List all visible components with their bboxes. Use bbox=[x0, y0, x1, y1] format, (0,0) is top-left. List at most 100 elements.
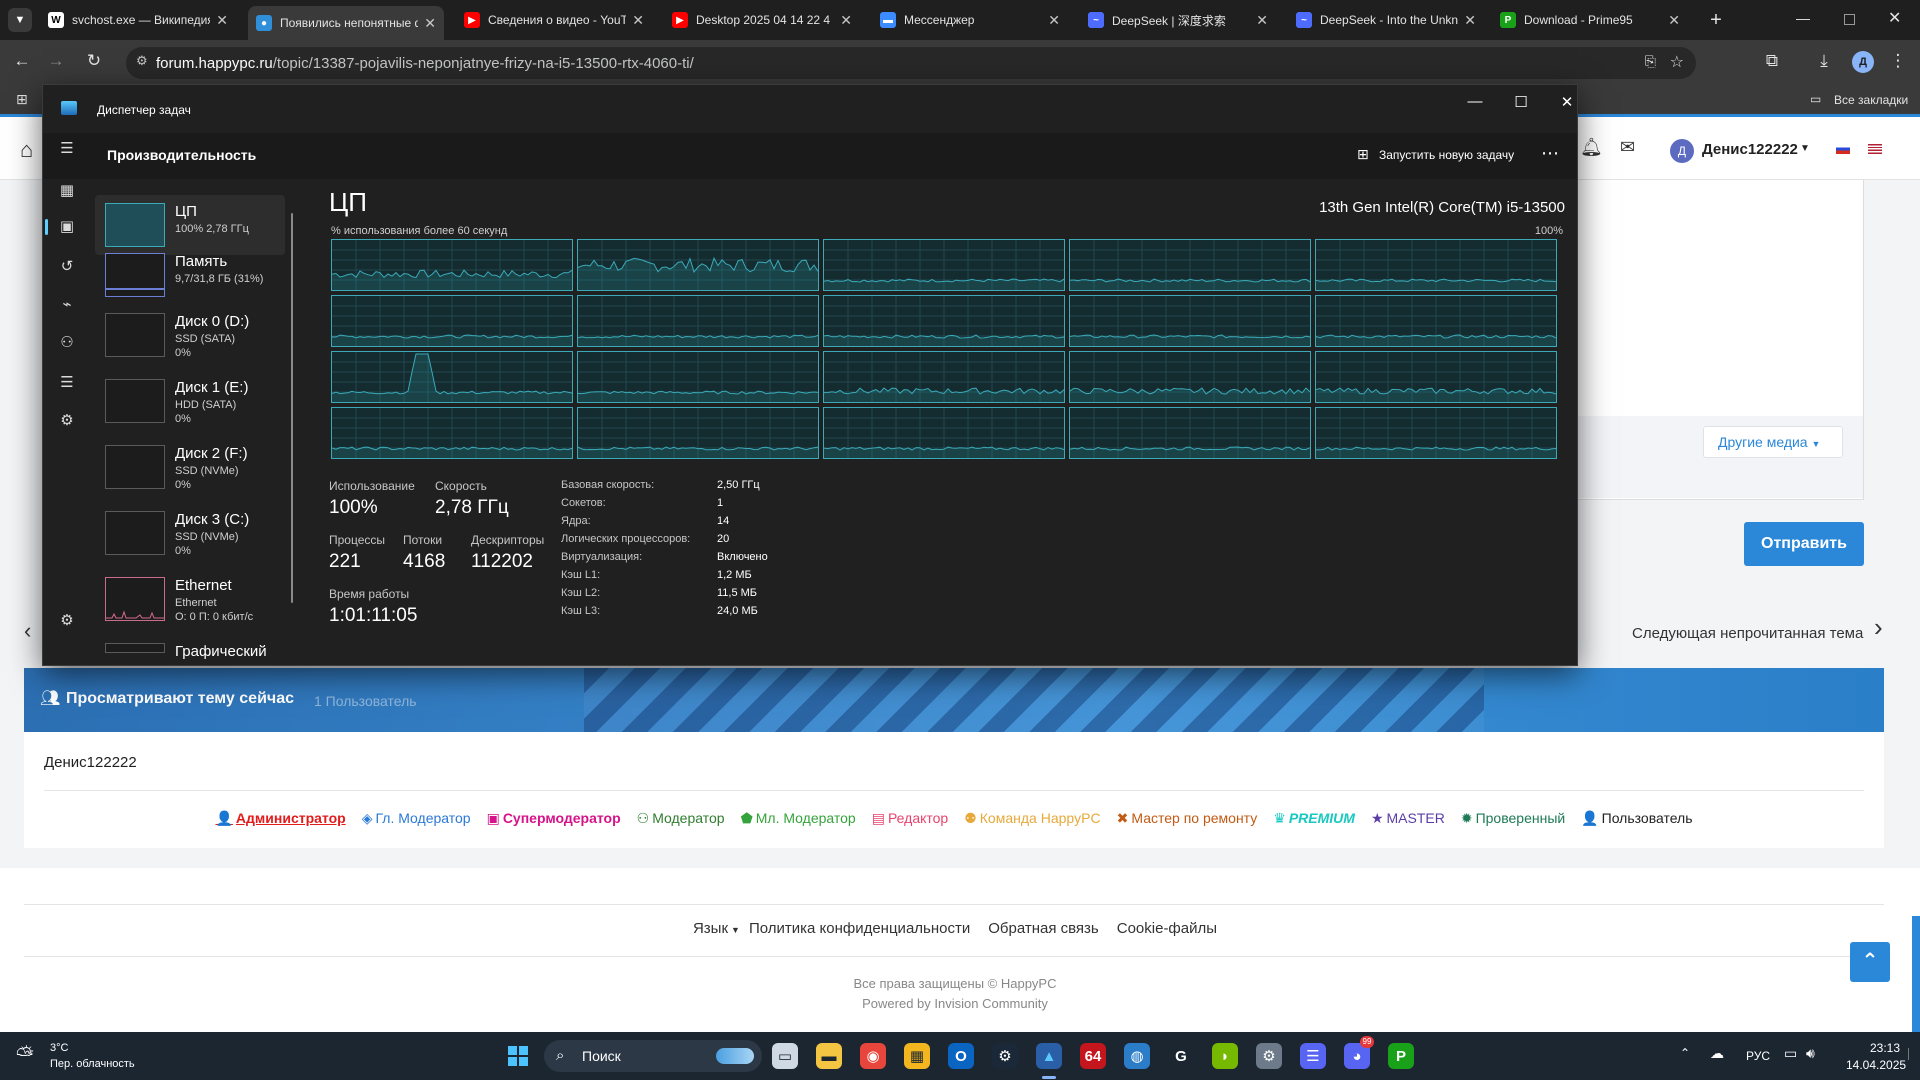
steam-icon[interactable]: ⚙ bbox=[992, 1043, 1018, 1069]
more-options-icon[interactable]: ⋯ bbox=[1541, 143, 1559, 164]
menu-icon[interactable]: ⋮ bbox=[1886, 51, 1910, 71]
address-bar[interactable]: ⚙ forum.happypc.ru/topic/13387-pojavilis… bbox=[126, 47, 1696, 79]
close-tab-icon[interactable]: ✕ bbox=[1464, 12, 1476, 29]
microsoft-store-icon[interactable]: ▦ bbox=[904, 1043, 930, 1069]
notifications-icon[interactable] bbox=[1908, 1048, 1916, 1060]
browser-tab[interactable]: ▶ Desktop 2025 04 14 22 4 ✕ bbox=[664, 6, 860, 34]
flag-us-icon[interactable] bbox=[1868, 144, 1882, 154]
app-icon[interactable]: ☰ bbox=[1300, 1043, 1326, 1069]
weather-desc[interactable]: Пер. облачность bbox=[50, 1058, 135, 1070]
send-button[interactable]: Отправить bbox=[1744, 522, 1864, 566]
user-menu[interactable]: Денис122222 bbox=[1702, 141, 1798, 158]
powered-by[interactable]: Powered by Invision Community bbox=[0, 996, 1910, 1011]
browser-tab[interactable]: ● Появились непонятные ф ✕ bbox=[248, 6, 444, 40]
download-icon[interactable]: ⤓ bbox=[1812, 51, 1836, 71]
weather-temp[interactable]: 3°C bbox=[50, 1042, 68, 1054]
resource-item[interactable]: Ethernet Ethernet О: 0 П: 0 кбит/с bbox=[95, 569, 285, 629]
resource-item[interactable]: Диск 0 (D:) SSD (SATA) 0% bbox=[95, 305, 285, 365]
logitech-icon[interactable]: G bbox=[1168, 1043, 1194, 1069]
services-icon[interactable]: ⚙ bbox=[55, 411, 79, 435]
new-tab-button[interactable]: + bbox=[1704, 9, 1728, 33]
startup-icon[interactable]: ⌁ bbox=[55, 295, 79, 319]
role-item[interactable]: ★ MASTER bbox=[1371, 810, 1445, 826]
onedrive-icon[interactable]: ☁ bbox=[1710, 1045, 1724, 1062]
clock-time[interactable]: 23:13 bbox=[1870, 1041, 1900, 1055]
resource-item[interactable]: Диск 2 (F:) SSD (NVMe) 0% bbox=[95, 437, 285, 497]
processes-icon[interactable]: ▦ bbox=[55, 181, 79, 205]
settings-icon[interactable]: ⚙ bbox=[55, 611, 79, 635]
details-icon[interactable]: ☰ bbox=[55, 373, 79, 397]
close-tab-icon[interactable]: ✕ bbox=[424, 15, 436, 32]
browser-tab[interactable]: ▶ Сведения о видео - YouT ✕ bbox=[456, 6, 652, 34]
taskbar-search[interactable]: ⌕ Поиск bbox=[544, 1040, 762, 1072]
close-tab-icon[interactable]: ✕ bbox=[1256, 12, 1268, 29]
side-scrollbar[interactable] bbox=[291, 213, 293, 603]
maximize-icon[interactable]: ☐ bbox=[1501, 93, 1541, 117]
footer-link[interactable]: Обратная связь bbox=[988, 920, 1099, 937]
hamburger-icon[interactable]: ☰ bbox=[55, 139, 79, 163]
task-view-icon[interactable]: ▭ bbox=[772, 1043, 798, 1069]
tab-search-button[interactable]: ▼ bbox=[8, 8, 32, 32]
close-tab-icon[interactable]: ✕ bbox=[1668, 12, 1680, 29]
role-item[interactable]: ✹ Проверенный bbox=[1461, 810, 1565, 826]
close-window-icon[interactable]: ✕ bbox=[1888, 8, 1901, 28]
resource-item[interactable]: Память 9,7/31,8 ГБ (31%) bbox=[95, 245, 285, 305]
minimize-icon[interactable]: — bbox=[1796, 10, 1810, 26]
all-bookmarks-link[interactable]: Все закладки bbox=[1834, 93, 1908, 107]
install-app-icon[interactable]: ⎘ bbox=[1645, 53, 1656, 70]
reload-icon[interactable]: ↻ bbox=[82, 51, 106, 71]
messages-icon[interactable]: ✉ bbox=[1620, 137, 1635, 158]
weather-icon[interactable]: ⛅︎ bbox=[16, 1042, 34, 1068]
browser-tab[interactable]: P Download - Prime95 ✕ bbox=[1492, 6, 1688, 34]
close-tab-icon[interactable]: ✕ bbox=[840, 12, 852, 29]
apps-grid-icon[interactable]: ⊞ bbox=[16, 91, 28, 108]
extensions-icon[interactable]: ⧉ bbox=[1760, 51, 1784, 71]
viewer-name[interactable]: Денис122222 bbox=[44, 754, 137, 771]
chrome-icon[interactable]: ◉ bbox=[860, 1043, 886, 1069]
next-topic-link[interactable]: Следующая непрочитанная тема bbox=[1632, 625, 1863, 642]
nvidia-icon[interactable]: ◗ bbox=[1212, 1043, 1238, 1069]
minimize-icon[interactable]: — bbox=[1455, 93, 1495, 117]
start-button[interactable] bbox=[502, 1040, 534, 1072]
close-tab-icon[interactable]: ✕ bbox=[1048, 12, 1060, 29]
resource-item[interactable]: Графический пр bbox=[95, 635, 285, 665]
browser-tab[interactable]: ▬ Мессенджер ✕ bbox=[872, 6, 1068, 34]
role-item[interactable]: 👤 Администратор bbox=[215, 810, 345, 826]
volume-icon[interactable]: 🔊︎ bbox=[1806, 1045, 1815, 1062]
role-item[interactable]: ✖ Мастер по ремонту bbox=[1117, 810, 1258, 826]
flag-ru-icon[interactable] bbox=[1836, 144, 1850, 154]
role-item[interactable]: ⚇ Модератор bbox=[637, 810, 725, 826]
user-avatar[interactable]: Д bbox=[1670, 139, 1694, 163]
forward-icon[interactable]: → bbox=[44, 51, 68, 71]
app-history-icon[interactable]: ↺ bbox=[55, 257, 79, 281]
footer-link[interactable]: Cookie-файлы bbox=[1117, 920, 1217, 937]
next-topic-icon[interactable]: › bbox=[1874, 612, 1883, 643]
browser-tab[interactable]: Wsvchost.exe — Википедия ✕ bbox=[40, 6, 236, 34]
site-info-icon[interactable]: ⚙ bbox=[136, 53, 148, 69]
role-item[interactable]: ⬟ Мл. Модератор bbox=[741, 810, 856, 826]
users-icon[interactable]: ⚇ bbox=[55, 333, 79, 357]
footer-link[interactable]: Политика конфиденциальности bbox=[749, 920, 970, 937]
browser-tab[interactable]: ~ DeepSeek - Into the Unkn ✕ bbox=[1288, 6, 1484, 34]
role-item[interactable]: ▣ Супермодератор bbox=[487, 810, 621, 826]
role-item[interactable]: 👤 Пользователь bbox=[1581, 810, 1692, 826]
new-task-icon[interactable]: ⊞ bbox=[1357, 146, 1369, 163]
role-item[interactable]: ♛ PREMIUM bbox=[1273, 810, 1355, 826]
scroll-top-button[interactable]: ⌃ bbox=[1850, 942, 1890, 982]
footer-link[interactable]: Язык bbox=[693, 920, 728, 937]
bookmark-star-icon[interactable]: ☆ bbox=[1670, 52, 1684, 72]
network-icon[interactable]: ▭ bbox=[1784, 1045, 1797, 1062]
back-icon[interactable]: ← bbox=[10, 51, 34, 71]
prime95-icon[interactable]: P bbox=[1388, 1043, 1414, 1069]
task-manager-icon[interactable]: ▲ bbox=[1036, 1043, 1062, 1069]
input-language[interactable]: РУС bbox=[1746, 1049, 1770, 1063]
resource-item[interactable]: Диск 1 (E:) HDD (SATA) 0% bbox=[95, 371, 285, 431]
resource-item[interactable]: Диск 3 (C:) SSD (NVMe) 0% bbox=[95, 503, 285, 563]
performance-icon[interactable]: ▣ bbox=[55, 217, 79, 241]
home-icon[interactable]: ⌂ bbox=[20, 137, 33, 163]
close-tab-icon[interactable]: ✕ bbox=[632, 12, 644, 29]
role-item[interactable]: ⚉ Команда HappyPC bbox=[964, 810, 1100, 826]
clock-date[interactable]: 14.04.2025 bbox=[1846, 1058, 1906, 1072]
close-tab-icon[interactable]: ✕ bbox=[216, 12, 228, 29]
other-media-button[interactable]: Другие медиа ▼ bbox=[1703, 426, 1843, 458]
